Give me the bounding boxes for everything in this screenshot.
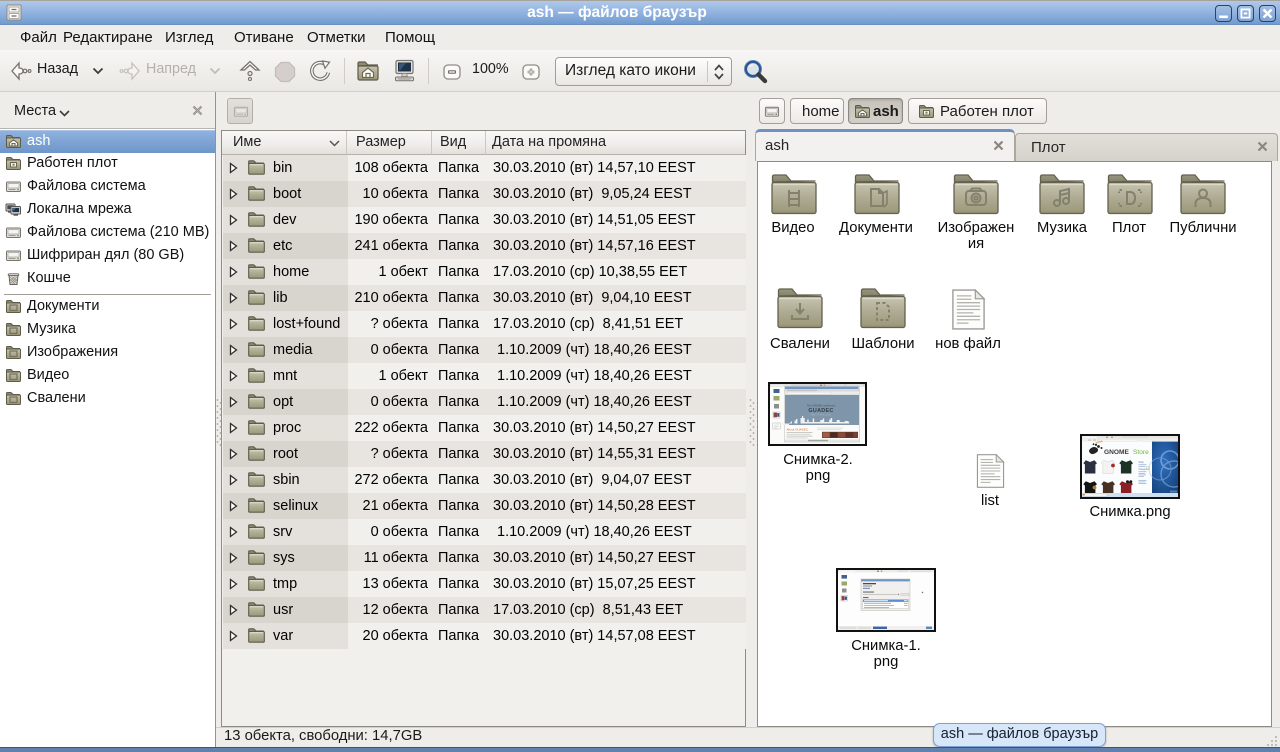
svg-text:GNOME: GNOME (1104, 449, 1130, 456)
svg-text:About GUADEC: About GUADEC (787, 427, 809, 431)
svg-text:May 24-30th, 2010: May 24-30th, 2010 (811, 414, 832, 417)
svg-text:Shop: Shop (1139, 462, 1145, 464)
svg-text:Store: Store (1133, 449, 1149, 456)
